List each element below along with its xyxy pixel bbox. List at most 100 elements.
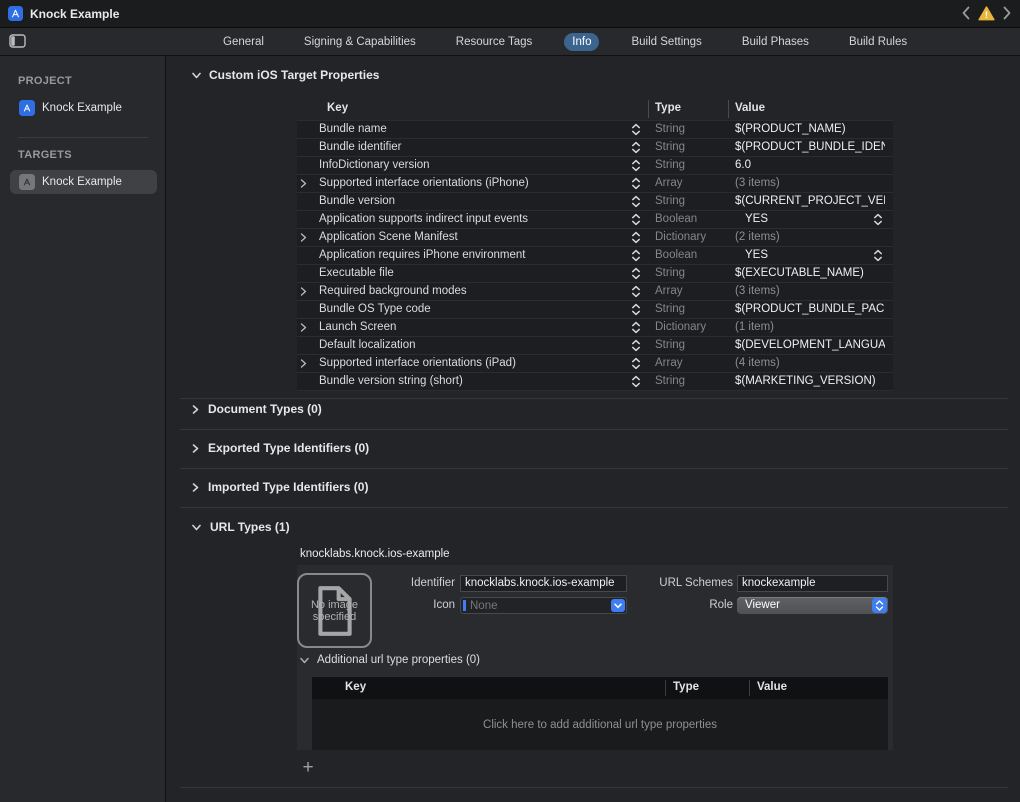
property-value[interactable]: 6.0: [735, 157, 751, 174]
property-value[interactable]: $(DEVELOPMENT_LANGUAGI: [735, 337, 885, 354]
key-stepper-icon[interactable]: [631, 249, 641, 265]
property-type: String: [655, 139, 685, 156]
key-stepper-icon[interactable]: [631, 177, 641, 193]
property-row[interactable]: Application Scene ManifestDictionary(2 i…: [297, 228, 893, 246]
warning-triangle-icon[interactable]: !: [978, 6, 995, 21]
key-stepper-icon[interactable]: [631, 267, 641, 283]
combo-dropdown-button[interactable]: [611, 599, 625, 612]
disclosure-chevron-icon[interactable]: [300, 359, 307, 371]
tab-build-settings[interactable]: Build Settings: [623, 33, 709, 51]
sidebar-toggle-icon[interactable]: [9, 34, 26, 51]
property-row[interactable]: InfoDictionary versionString6.0: [297, 156, 893, 174]
property-type: String: [655, 301, 685, 318]
key-stepper-icon[interactable]: [631, 213, 641, 229]
section-document-types[interactable]: Document Types (0): [192, 402, 322, 416]
key-stepper-icon[interactable]: [631, 195, 641, 211]
property-row[interactable]: Bundle versionString$(CURRENT_PROJECT_VE…: [297, 192, 893, 210]
url-schemes-field[interactable]: knockexample: [737, 575, 888, 592]
window-title: Knock Example: [30, 7, 119, 21]
section-url-types[interactable]: URL Types (1): [192, 520, 290, 534]
property-value[interactable]: (4 items): [735, 355, 780, 372]
key-stepper-icon[interactable]: [631, 231, 641, 247]
icon-label: Icon: [421, 597, 455, 614]
value-stepper-icon[interactable]: [873, 249, 883, 265]
identifier-field[interactable]: knocklabs.knock.ios-example: [460, 575, 627, 592]
property-value[interactable]: $(EXECUTABLE_NAME): [735, 265, 864, 282]
property-row[interactable]: Application supports indirect input even…: [297, 210, 893, 228]
property-row[interactable]: Supported interface orientations (iPhone…: [297, 174, 893, 192]
property-value[interactable]: $(PRODUCT_NAME): [735, 121, 846, 138]
sidebar: PROJECT Knock Example TARGETS Knock Exam…: [0, 56, 166, 802]
key-stepper-icon[interactable]: [631, 321, 641, 337]
property-value[interactable]: (3 items): [735, 175, 780, 192]
property-value[interactable]: (2 items): [735, 229, 780, 246]
property-type: String: [655, 373, 685, 390]
add-properties-hint: Click here to add additional url type pr…: [483, 719, 717, 731]
column-header-type: Type: [673, 681, 699, 693]
property-value[interactable]: $(CURRENT_PROJECT_VERS: [735, 193, 885, 210]
property-row[interactable]: Application requires iPhone environmentB…: [297, 246, 893, 264]
disclosure-chevron-icon[interactable]: [300, 287, 307, 299]
disclosure-chevron-icon[interactable]: [300, 233, 307, 245]
property-value[interactable]: $(MARKETING_VERSION): [735, 373, 876, 390]
icon-combo-value: None: [470, 599, 498, 613]
property-type: Dictionary: [655, 319, 706, 336]
property-row[interactable]: Bundle nameString$(PRODUCT_NAME): [297, 120, 893, 138]
tab-resource-tags[interactable]: Resource Tags: [448, 33, 541, 51]
property-row[interactable]: Default localizationString$(DEVELOPMENT_…: [297, 336, 893, 354]
back-button[interactable]: [961, 5, 971, 21]
disclosure-chevron-icon[interactable]: [300, 323, 307, 335]
sidebar-item-project[interactable]: Knock Example: [10, 96, 157, 120]
property-value[interactable]: YES: [745, 211, 768, 228]
property-value[interactable]: (1 item): [735, 319, 774, 336]
additional-table-empty-row[interactable]: Click here to add additional url type pr…: [312, 699, 888, 750]
value-stepper-icon[interactable]: [873, 213, 883, 229]
section-imported-type-identifiers[interactable]: Imported Type Identifiers (0): [192, 480, 368, 494]
key-stepper-icon[interactable]: [631, 303, 641, 319]
key-stepper-icon[interactable]: [631, 141, 641, 157]
tab-build-phases[interactable]: Build Phases: [734, 33, 817, 51]
tab-signing-capabilities[interactable]: Signing & Capabilities: [296, 33, 424, 51]
icon-combo[interactable]: None: [460, 597, 627, 614]
key-stepper-icon[interactable]: [631, 339, 641, 355]
key-stepper-icon[interactable]: [631, 123, 641, 139]
property-type: Array: [655, 175, 682, 192]
role-label: Role: [702, 597, 733, 614]
disclosure-chevron-icon[interactable]: [300, 179, 307, 191]
key-stepper-icon[interactable]: [631, 285, 641, 301]
property-value[interactable]: $(PRODUCT_BUNDLE_IDENT: [735, 139, 885, 156]
section-custom-ios-target-properties[interactable]: Custom iOS Target Properties: [192, 68, 379, 82]
tab-general[interactable]: General: [215, 33, 272, 51]
property-value[interactable]: (3 items): [735, 283, 780, 300]
forward-button[interactable]: [1002, 5, 1012, 21]
property-type: Array: [655, 283, 682, 300]
property-value[interactable]: YES: [745, 247, 768, 264]
property-row[interactable]: Bundle version string (short)String$(MAR…: [297, 372, 893, 390]
additional-properties-disclosure[interactable]: Additional url type properties (0): [300, 654, 480, 666]
property-row[interactable]: Supported interface orientations (iPad)A…: [297, 354, 893, 372]
tab-build-rules[interactable]: Build Rules: [841, 33, 915, 51]
column-header-key: Key: [327, 102, 348, 114]
property-value[interactable]: $(PRODUCT_BUNDLE_PACKA: [735, 301, 885, 318]
url-type-image-well[interactable]: No image specified: [297, 573, 372, 648]
tab-info[interactable]: Info: [564, 33, 599, 51]
property-row[interactable]: Required background modes Array (3 items): [297, 282, 893, 300]
key-stepper-icon[interactable]: [631, 357, 641, 373]
key-stepper-icon[interactable]: [631, 159, 641, 175]
additional-properties-table: Key Type Value Click here to add additio…: [312, 677, 888, 750]
property-row[interactable]: Launch ScreenDictionary(1 item): [297, 318, 893, 336]
role-popup[interactable]: Viewer: [737, 597, 888, 614]
key-stepper-icon[interactable]: [631, 375, 641, 391]
add-url-type-button[interactable]: +: [299, 759, 317, 777]
property-row[interactable]: Bundle OS Type code String $(PRODUCT_BUNDL…: [297, 300, 893, 318]
property-row[interactable]: Executable fileString$(EXECUTABLE_NAME): [297, 264, 893, 282]
xcode-window: Knock Example ! General Signing & Capabil…: [0, 0, 1020, 802]
popup-updown-button[interactable]: [872, 598, 887, 613]
section-exported-type-identifiers[interactable]: Exported Type Identifiers (0): [192, 441, 369, 455]
property-type: String: [655, 121, 685, 138]
property-key: Bundle OS Type code: [319, 301, 431, 318]
property-key: Required background modes: [319, 283, 467, 300]
sidebar-item-target[interactable]: Knock Example: [10, 170, 157, 194]
identifier-label: Identifier: [397, 575, 455, 592]
property-row[interactable]: Bundle identifierString$(PRODUCT_BUNDLE_…: [297, 138, 893, 156]
